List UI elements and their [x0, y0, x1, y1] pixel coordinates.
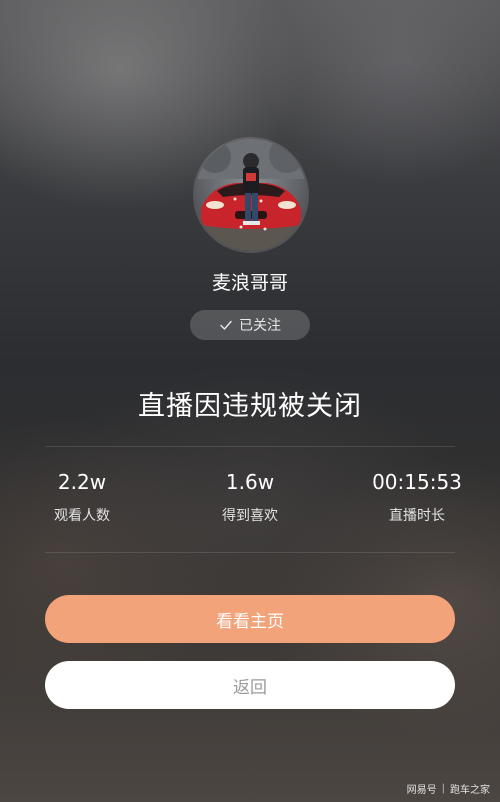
- stat-likes-value: 1.6w: [225, 470, 275, 494]
- view-homepage-button[interactable]: 看看主页: [45, 595, 455, 643]
- stat-likes: 1.6w 得到喜欢: [180, 470, 320, 525]
- streamer-name: 麦浪哥哥: [211, 272, 288, 294]
- stat-viewers-value: 2.2w: [57, 470, 107, 494]
- stat-viewers-label: 观看人数: [54, 508, 110, 524]
- divider-bottom: [45, 552, 455, 553]
- stream-closed-title: 直播因违规被关闭: [138, 391, 362, 422]
- stat-duration: 00:15:53 直播时长: [347, 470, 487, 525]
- stat-duration-value: 00:15:53: [372, 470, 462, 494]
- back-button[interactable]: 返回: [45, 661, 455, 709]
- watermark-source: 网易号: [406, 785, 437, 796]
- avatar-image: [195, 139, 307, 251]
- avatar[interactable]: [193, 137, 309, 253]
- check-icon: [220, 320, 232, 330]
- following-label: 已关注: [239, 318, 281, 334]
- watermark-separator: |: [441, 783, 445, 794]
- watermark-author: 跑车之家: [450, 785, 490, 796]
- stat-viewers: 2.2w 观看人数: [12, 470, 152, 525]
- stat-likes-label: 得到喜欢: [222, 508, 278, 524]
- stat-duration-label: 直播时长: [389, 508, 445, 524]
- watermark: 网易号 | 跑车之家: [407, 781, 490, 796]
- following-button[interactable]: 已关注: [190, 310, 310, 340]
- stream-stats: 2.2w 观看人数 1.6w 得到喜欢 00:15:53 直播时长: [0, 470, 500, 540]
- divider-top: [45, 446, 455, 447]
